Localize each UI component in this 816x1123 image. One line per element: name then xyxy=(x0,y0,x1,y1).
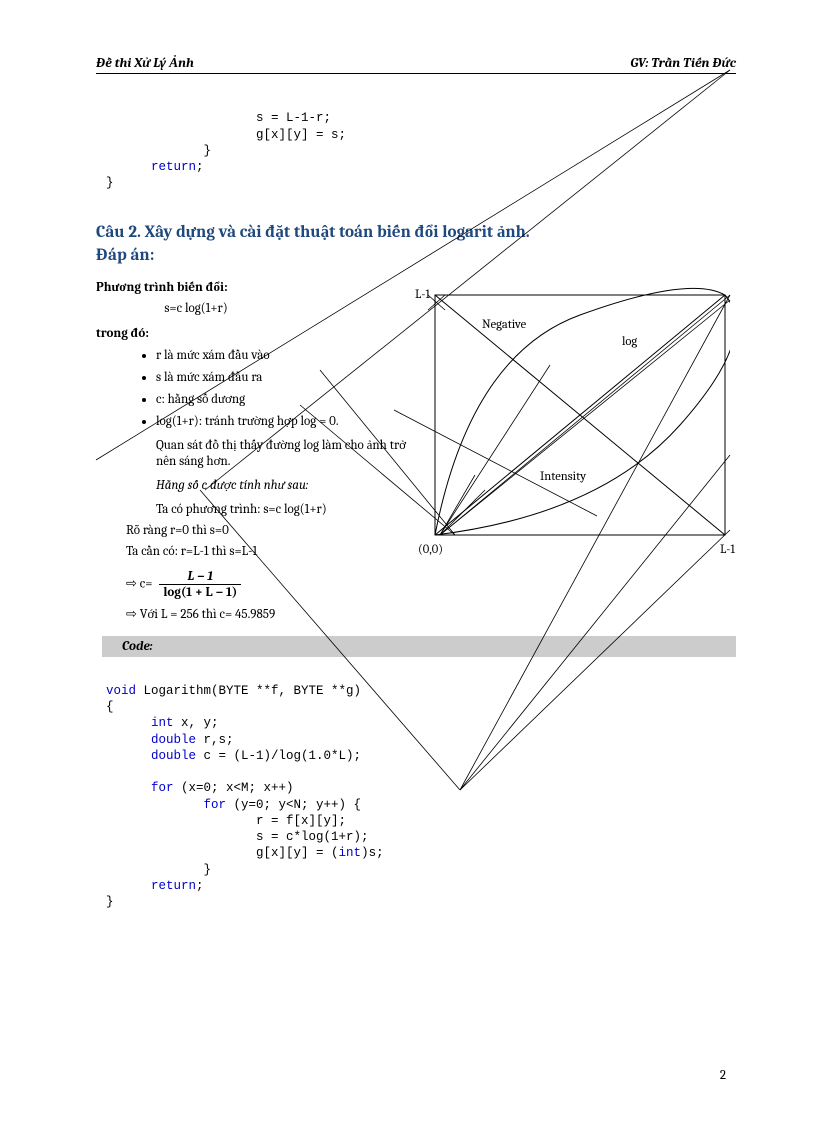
y-max-label: L-1 xyxy=(415,288,430,302)
bullet-list: r là mức xám đầu vào s là mức xám đầu ra… xyxy=(156,347,426,429)
x-max-label: L-1 xyxy=(720,543,735,557)
formula: s=c log(1+r) xyxy=(96,301,296,316)
arrow-icon: ⇨ xyxy=(126,606,137,621)
transform-chart xyxy=(420,285,730,565)
header-right: GV: Trần Tiến Đức xyxy=(630,55,736,71)
eq-intro: Phương trình biến đổi: xyxy=(96,279,426,295)
answer-body: Phương trình biến đổi: s=c log(1+r) tron… xyxy=(96,279,426,517)
c-eq: c= xyxy=(140,576,153,591)
bullet-c: c: hằng số dương xyxy=(156,391,426,407)
bullet-r: r là mức xám đầu vào xyxy=(156,347,426,363)
log-label: log xyxy=(622,335,637,349)
where-label: trong đó: xyxy=(96,326,426,341)
bullet-log: log(1+r): tránh trường hợp log = 0. xyxy=(156,413,426,429)
code-snippet-1: s = L-1-r; g[x][y] = s; } return; } xyxy=(106,94,736,192)
negative-label: Negative xyxy=(482,318,526,332)
with-L: ⇨ Với L = 256 thì c= 45.9859 xyxy=(126,606,736,622)
question-2-title: Câu 2. Xây dựng và cài đặt thuật toán bi… xyxy=(96,222,736,244)
answer-label: Đáp án: xyxy=(96,246,736,265)
intensity-label: Intensity xyxy=(540,470,586,484)
origin-label: (0,0) xyxy=(418,543,443,557)
page-header: Đề thi Xử Lý Ảnh GV: Trần Tiến Đức xyxy=(96,55,736,74)
fraction: L − 1 log(1 + L − 1) xyxy=(159,569,241,600)
const-intro: Hằng số c được tính như sau: xyxy=(156,477,426,493)
header-left: Đề thi Xử Lý Ảnh xyxy=(96,55,194,71)
code-snippet-2: void Logarithm(BYTE **f, BYTE **g) { int… xyxy=(106,667,736,911)
bullet-s: s là mức xám đầu ra xyxy=(156,369,426,385)
eq-repeat: Ta có phương trình: s=c log(1+r) xyxy=(156,501,426,517)
fraction-line: ⇨ c= L − 1 log(1 + L − 1) xyxy=(126,569,736,600)
arrow-icon: ⇨ xyxy=(126,575,137,590)
code-heading: Code: xyxy=(96,636,736,657)
denominator: log(1 + L − 1) xyxy=(159,585,241,600)
page-number: 2 xyxy=(720,1068,726,1083)
numerator: L − 1 xyxy=(159,569,241,585)
observation: Quan sát đồ thị thấy đường log làm cho ả… xyxy=(156,437,416,469)
page: Đề thi Xử Lý Ảnh GV: Trần Tiến Đức s = L… xyxy=(0,0,816,1123)
